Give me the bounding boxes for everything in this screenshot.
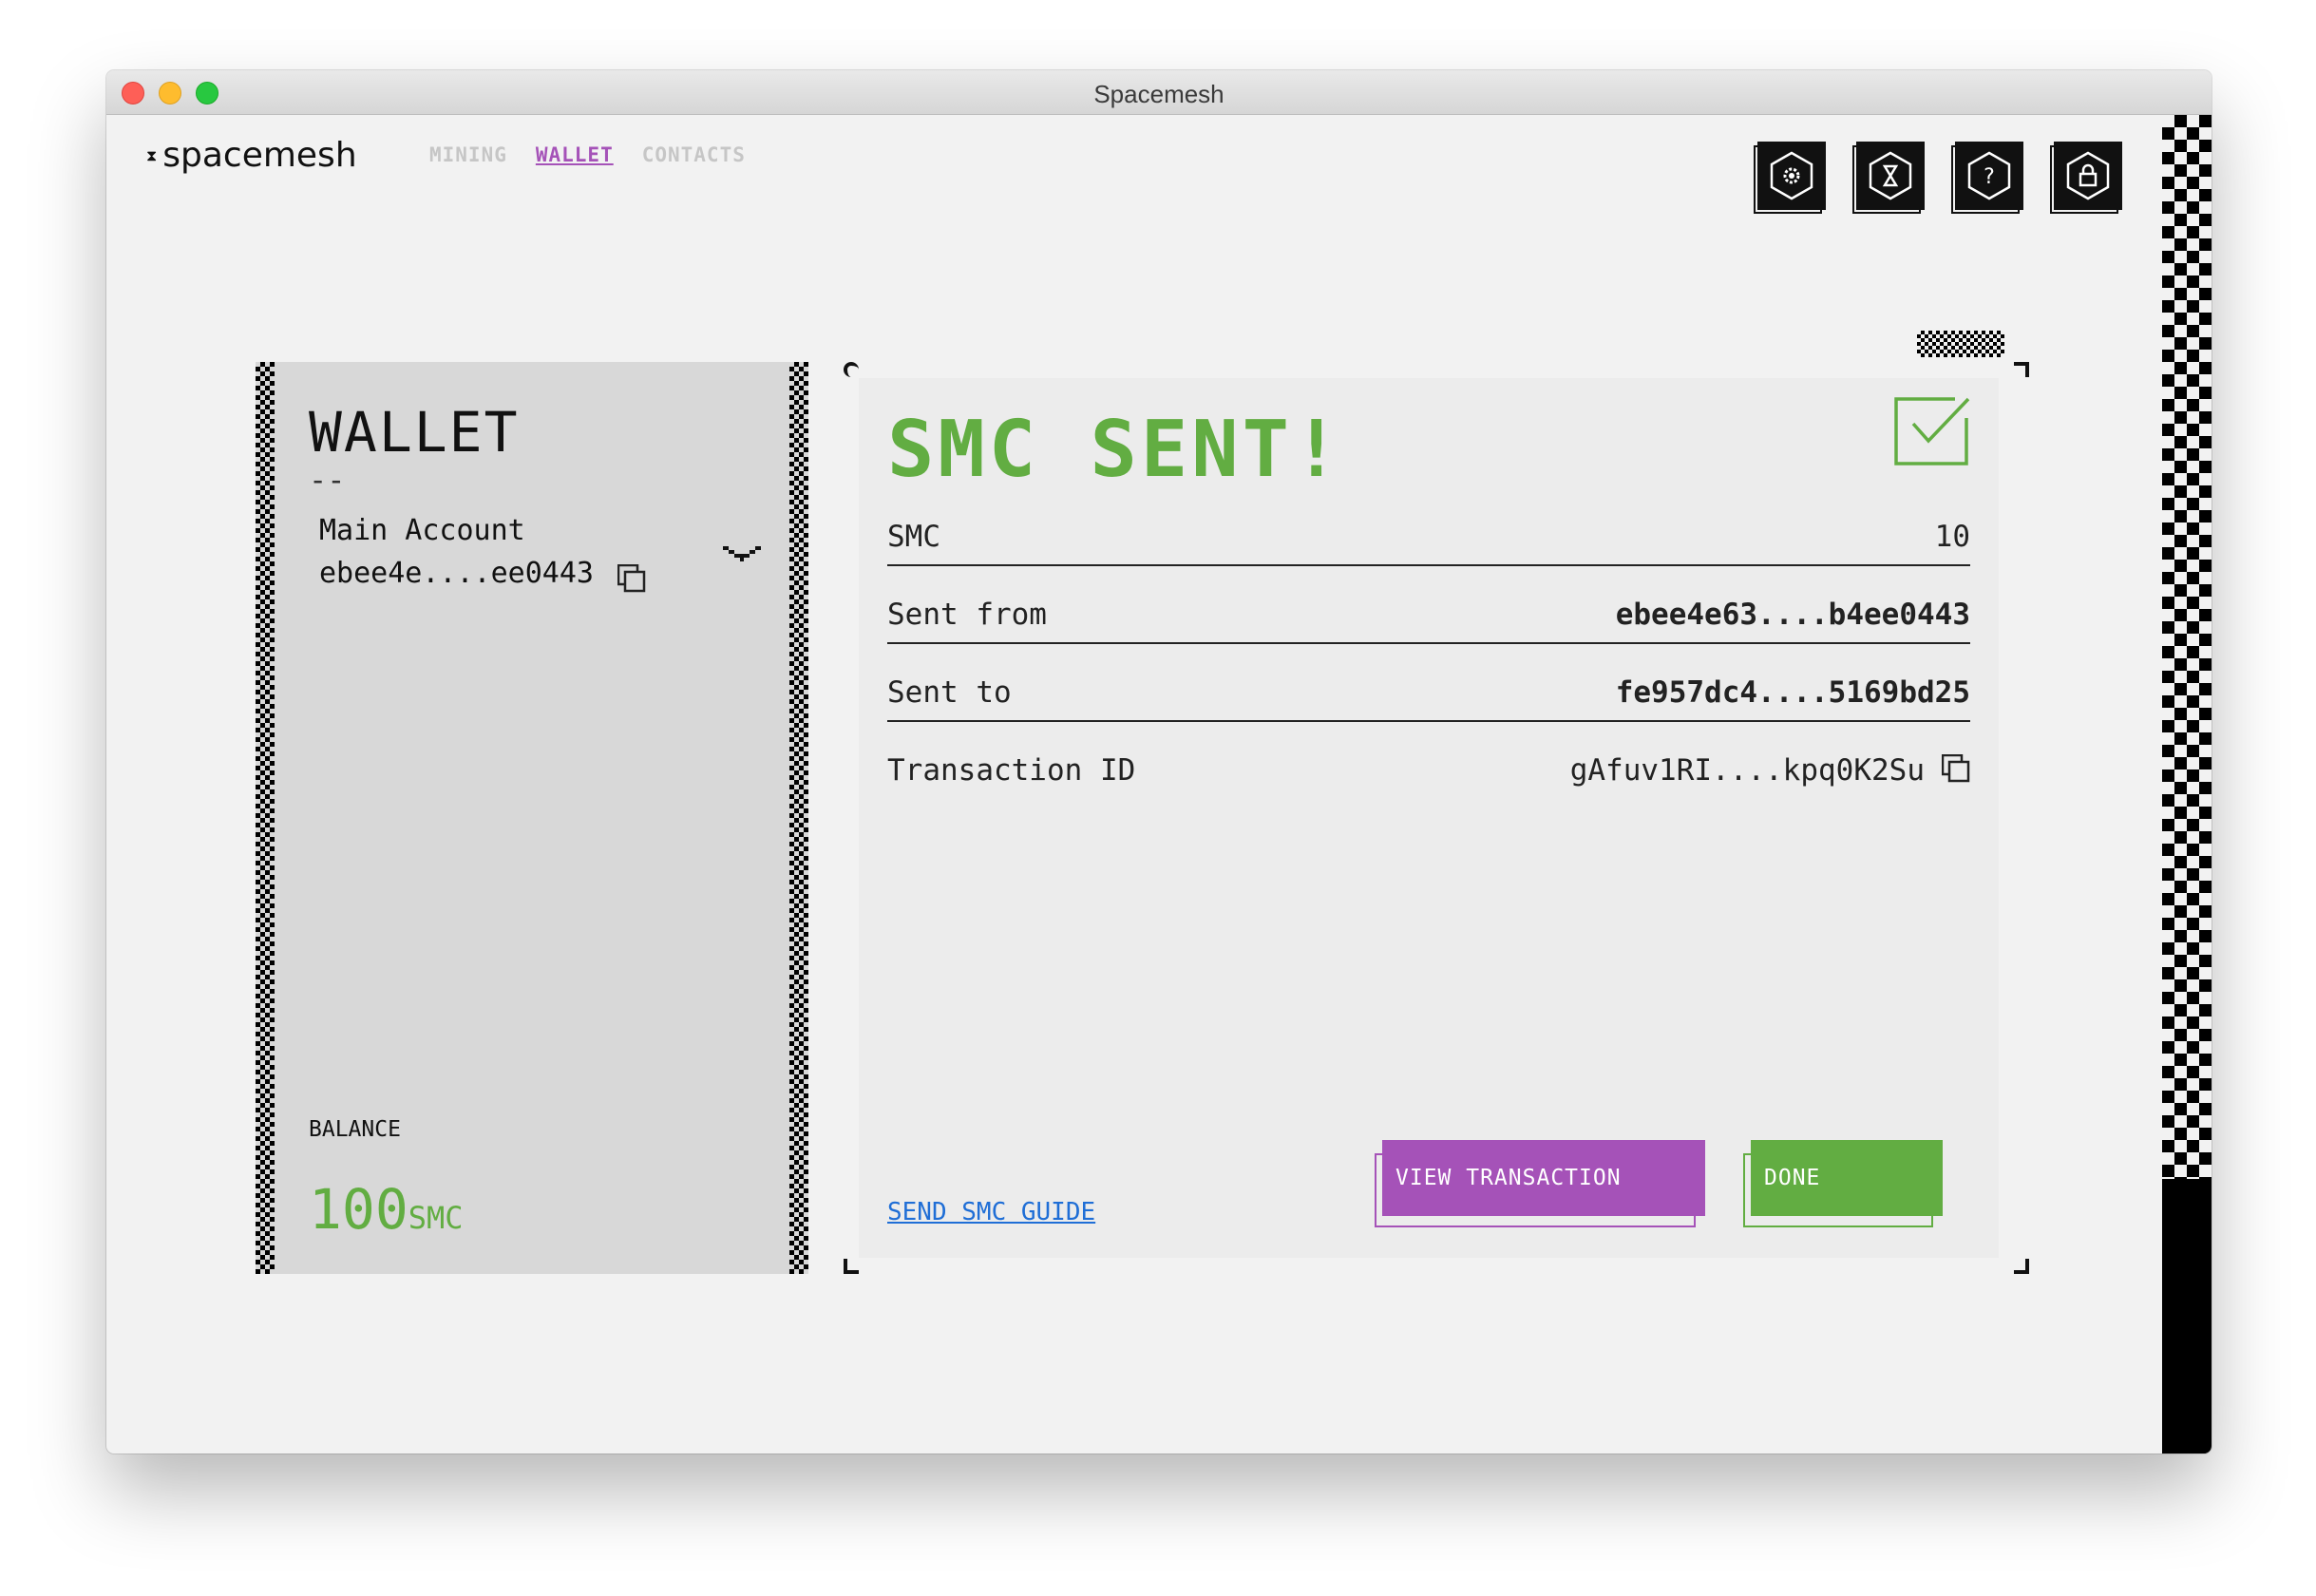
wallet-subtitle: --	[309, 462, 346, 498]
balance-display: 100SMC	[309, 1177, 464, 1242]
top-icon-bar: ?	[1754, 142, 2122, 214]
account-dropdown-chevron-icon[interactable]	[721, 542, 763, 565]
main-nav: MINING WALLET CONTACTS	[429, 143, 746, 166]
smc-sent-frame: SMC SENT! SMC 10 Sent from ebee4e63....b…	[844, 362, 2029, 1274]
nav-contacts[interactable]: CONTACTS	[642, 143, 746, 166]
sent-title: SMC SENT!	[887, 405, 1344, 495]
balance-unit: SMC	[408, 1200, 464, 1236]
row-sent-from-value: ebee4e63....b4ee0443	[1615, 598, 1970, 632]
row-transaction-id-label: Transaction ID	[887, 753, 1136, 788]
spacemesh-logo: ⧗ spacemesh	[146, 136, 357, 175]
title-bar: Spacemesh	[106, 70, 2212, 115]
logo-text: spacemesh	[162, 136, 357, 175]
svg-text:?: ?	[1984, 165, 1995, 189]
row-transaction-id: Transaction ID gAfuv1RI....kpq0K2Su	[887, 743, 1970, 798]
hourglass-button[interactable]	[1852, 142, 1925, 214]
row-smc-value: 10	[1934, 520, 1970, 554]
lock-icon	[2054, 142, 2122, 210]
decorative-checker-bar	[1917, 331, 2004, 357]
balance-label: BALANCE	[309, 1117, 401, 1142]
app-content: ⧗ spacemesh MINING WALLET CONTACTS ? WAL…	[106, 115, 2212, 1454]
lock-button[interactable]	[2050, 142, 2122, 214]
account-name: Main Account	[319, 514, 525, 547]
wallet-panel: WALLET -- Main Account ebee4e....ee0443 …	[256, 362, 808, 1274]
row-smc-label: SMC	[887, 520, 940, 554]
nav-wallet[interactable]: WALLET	[536, 143, 614, 166]
nav-mining[interactable]: MINING	[429, 143, 507, 166]
wallet-title: WALLET	[309, 400, 520, 465]
copy-transaction-id-icon[interactable]	[1941, 753, 1970, 787]
view-transaction-label: VIEW TRANSACTION	[1382, 1140, 1705, 1216]
row-smc: SMC 10	[887, 509, 1970, 566]
balance-amount: 100	[309, 1177, 408, 1242]
smc-sent-panel: SMC SENT! SMC 10 Sent from ebee4e63....b…	[859, 378, 1999, 1258]
help-button[interactable]: ?	[1951, 142, 2023, 214]
row-sent-to-label: Sent to	[887, 675, 1012, 710]
checker-edge-left	[256, 362, 275, 1274]
copy-address-icon[interactable]	[617, 563, 646, 593]
logo-hourglass-icon: ⧗	[146, 145, 158, 164]
row-sent-to: Sent to fe957dc4....5169bd25	[887, 665, 1970, 722]
settings-icon	[1757, 142, 1826, 210]
view-transaction-button[interactable]: VIEW TRANSACTION	[1375, 1140, 1705, 1227]
account-address: ebee4e....ee0443	[319, 557, 594, 590]
done-label: DONE	[1751, 1140, 1943, 1216]
checkmark-icon	[1892, 395, 1970, 467]
hourglass-icon	[1856, 142, 1925, 210]
row-sent-to-value: fe957dc4....5169bd25	[1615, 675, 1970, 710]
done-button[interactable]: DONE	[1743, 1140, 1943, 1227]
window-title: Spacemesh	[1093, 80, 1224, 108]
checker-edge-right	[789, 362, 808, 1274]
row-sent-from: Sent from ebee4e63....b4ee0443	[887, 587, 1970, 644]
row-sent-from-label: Sent from	[887, 598, 1047, 632]
send-smc-guide-link[interactable]: SEND SMC GUIDE	[887, 1198, 1095, 1226]
settings-button[interactable]	[1754, 142, 1826, 214]
help-icon: ?	[1955, 142, 2023, 210]
app-window: Spacemesh ⧗ spacemesh MINING WALLET CONT…	[106, 70, 2212, 1454]
row-transaction-id-value: gAfuv1RI....kpq0K2Su	[1569, 753, 1925, 788]
decorative-checker-strip	[2162, 115, 2212, 1454]
